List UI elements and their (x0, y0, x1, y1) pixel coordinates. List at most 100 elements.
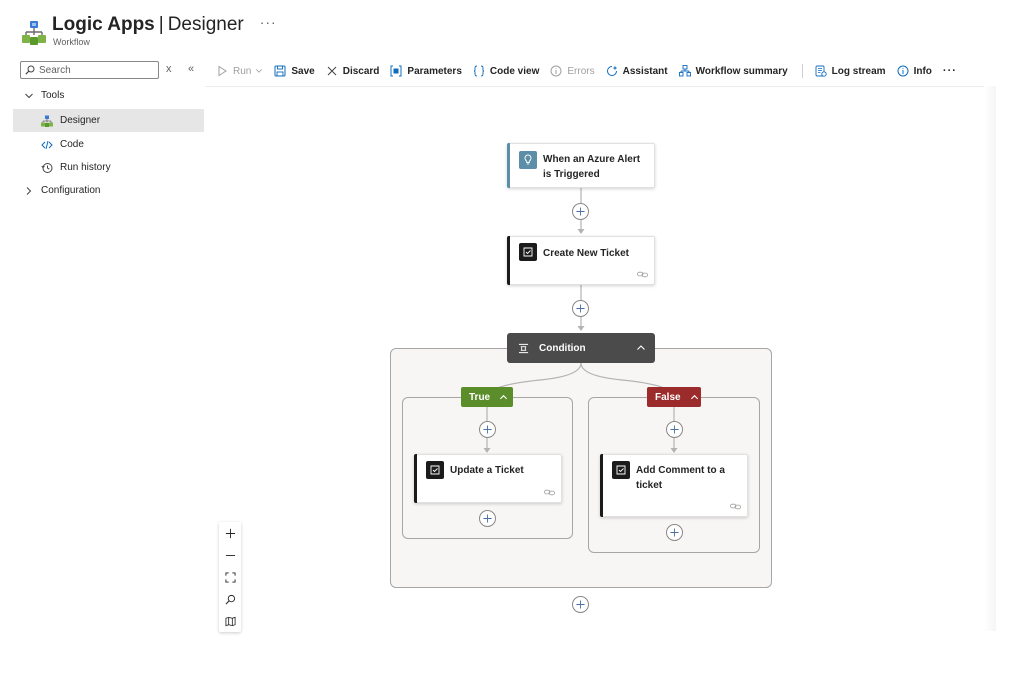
toolbar-more-button[interactable]: ··· (943, 65, 957, 77)
action-accent-bar (414, 454, 417, 503)
toolbar-divider (801, 64, 803, 78)
zoom-in-button[interactable] (219, 522, 241, 544)
errors-button[interactable]: Errors (550, 65, 595, 77)
alert-icon (519, 151, 537, 169)
ticket-icon (519, 243, 537, 261)
trigger-accent-bar (507, 143, 510, 188)
chevron-down-icon (256, 69, 263, 73)
zoom-search-icon (225, 594, 235, 604)
add-comment-title-line1: Add Comment to a (636, 465, 725, 476)
discard-button[interactable]: Discard (326, 65, 379, 77)
trigger-card[interactable]: When an Azure Alert is Triggered (507, 143, 655, 188)
add-step-button[interactable] (572, 596, 589, 613)
sidebar-item-label: Designer (60, 115, 101, 126)
plus-icon (670, 528, 679, 537)
chevron-right-icon (26, 186, 32, 195)
add-step-button[interactable] (479, 510, 496, 527)
sidebar-group-label: Configuration (41, 185, 101, 196)
save-label: Save (291, 65, 315, 77)
page-title: Logic Apps (52, 14, 155, 35)
title-separator: | (158, 14, 164, 35)
search-input[interactable] (39, 64, 149, 76)
add-comment-card[interactable]: Add Comment to a ticket (600, 454, 748, 517)
sidebar-group-label: Tools (41, 90, 65, 101)
sidebar-group-tools[interactable]: Tools (24, 90, 64, 101)
toolbar-divider-line (205, 86, 995, 87)
add-step-button[interactable] (666, 421, 683, 438)
chevron-up-icon (500, 394, 508, 399)
add-step-button[interactable] (666, 524, 683, 541)
parameters-label: Parameters (407, 65, 462, 77)
condition-header[interactable]: Condition (507, 333, 655, 363)
designer-toolbar: Run Save Discard Parameters Code view Er… (216, 63, 968, 79)
parameters-button[interactable]: Parameters (390, 65, 462, 77)
save-icon (274, 65, 286, 77)
trigger-title-line2: is Triggered (543, 169, 600, 180)
create-ticket-title: Create New Ticket (543, 248, 629, 259)
plus-icon (576, 304, 585, 313)
ticket-icon (612, 461, 630, 479)
plus-icon (483, 425, 492, 434)
add-step-button[interactable] (572, 300, 589, 317)
true-branch-label[interactable]: True (461, 387, 513, 407)
resource-type-label: Workflow (53, 37, 90, 47)
sidebar-item-code[interactable]: Code (13, 133, 204, 156)
assistant-icon (606, 65, 618, 76)
log-stream-button[interactable]: Log stream (815, 65, 886, 77)
save-button[interactable]: Save (274, 65, 315, 77)
sidebar-item-label: Code (60, 139, 84, 150)
clear-search-button[interactable]: x (166, 63, 172, 75)
zoom-out-icon (225, 554, 235, 556)
workflow-summary-button[interactable]: Workflow summary (678, 65, 788, 77)
code-view-label: Code view (489, 65, 540, 77)
page-subtitle: Designer (167, 14, 244, 35)
zoom-controls (219, 522, 241, 632)
assistant-label: Assistant (622, 65, 668, 77)
sidebar-search[interactable] (20, 61, 159, 79)
minimap-button[interactable] (219, 610, 241, 632)
info-label: Info (913, 65, 932, 77)
create-ticket-card[interactable]: Create New Ticket (507, 236, 655, 285)
fit-view-button[interactable] (219, 566, 241, 588)
false-branch-label[interactable]: False (647, 387, 701, 407)
zoom-search-button[interactable] (219, 588, 241, 610)
action-accent-bar (507, 236, 510, 285)
workflow-summary-icon (678, 65, 691, 77)
ticket-icon (426, 461, 444, 479)
run-label: Run (233, 65, 252, 77)
trigger-title-line1: When an Azure Alert (543, 154, 641, 165)
close-icon (327, 66, 337, 76)
parameters-icon (390, 65, 402, 77)
add-step-button[interactable] (572, 203, 589, 220)
false-label-text: False (655, 391, 681, 403)
designer-icon (41, 115, 53, 127)
chevron-up-icon (690, 394, 698, 399)
run-button[interactable]: Run (216, 65, 263, 77)
zoom-in-icon (225, 528, 235, 538)
code-view-button[interactable]: Code view (473, 65, 539, 77)
plus-icon (483, 514, 492, 523)
true-label-text: True (469, 391, 491, 403)
code-icon (41, 140, 53, 149)
history-icon (41, 162, 53, 173)
sidebar-group-configuration[interactable]: Configuration (24, 185, 100, 196)
plus-icon (576, 600, 585, 609)
zoom-out-button[interactable] (219, 544, 241, 566)
canvas-scroll-edge (984, 86, 996, 631)
add-step-button[interactable] (479, 421, 496, 438)
sidebar-item-label: Run history (60, 162, 111, 173)
info-icon (897, 65, 909, 77)
fit-view-icon (224, 571, 236, 583)
collapse-sidebar-button[interactable]: « (188, 63, 194, 75)
header-more-button[interactable]: ··· (260, 14, 277, 30)
update-ticket-card[interactable]: Update a Ticket (414, 454, 562, 503)
minimap-icon (225, 616, 235, 626)
link-icon (730, 503, 741, 510)
link-icon (544, 489, 555, 496)
sidebar-item-designer[interactable]: Designer (13, 109, 204, 132)
assistant-button[interactable]: Assistant (606, 65, 668, 77)
add-comment-title-line2: ticket (636, 480, 663, 491)
chevron-up-icon[interactable] (636, 343, 646, 353)
info-button[interactable]: Info (897, 65, 932, 77)
sidebar-item-run-history[interactable]: Run history (13, 156, 204, 179)
